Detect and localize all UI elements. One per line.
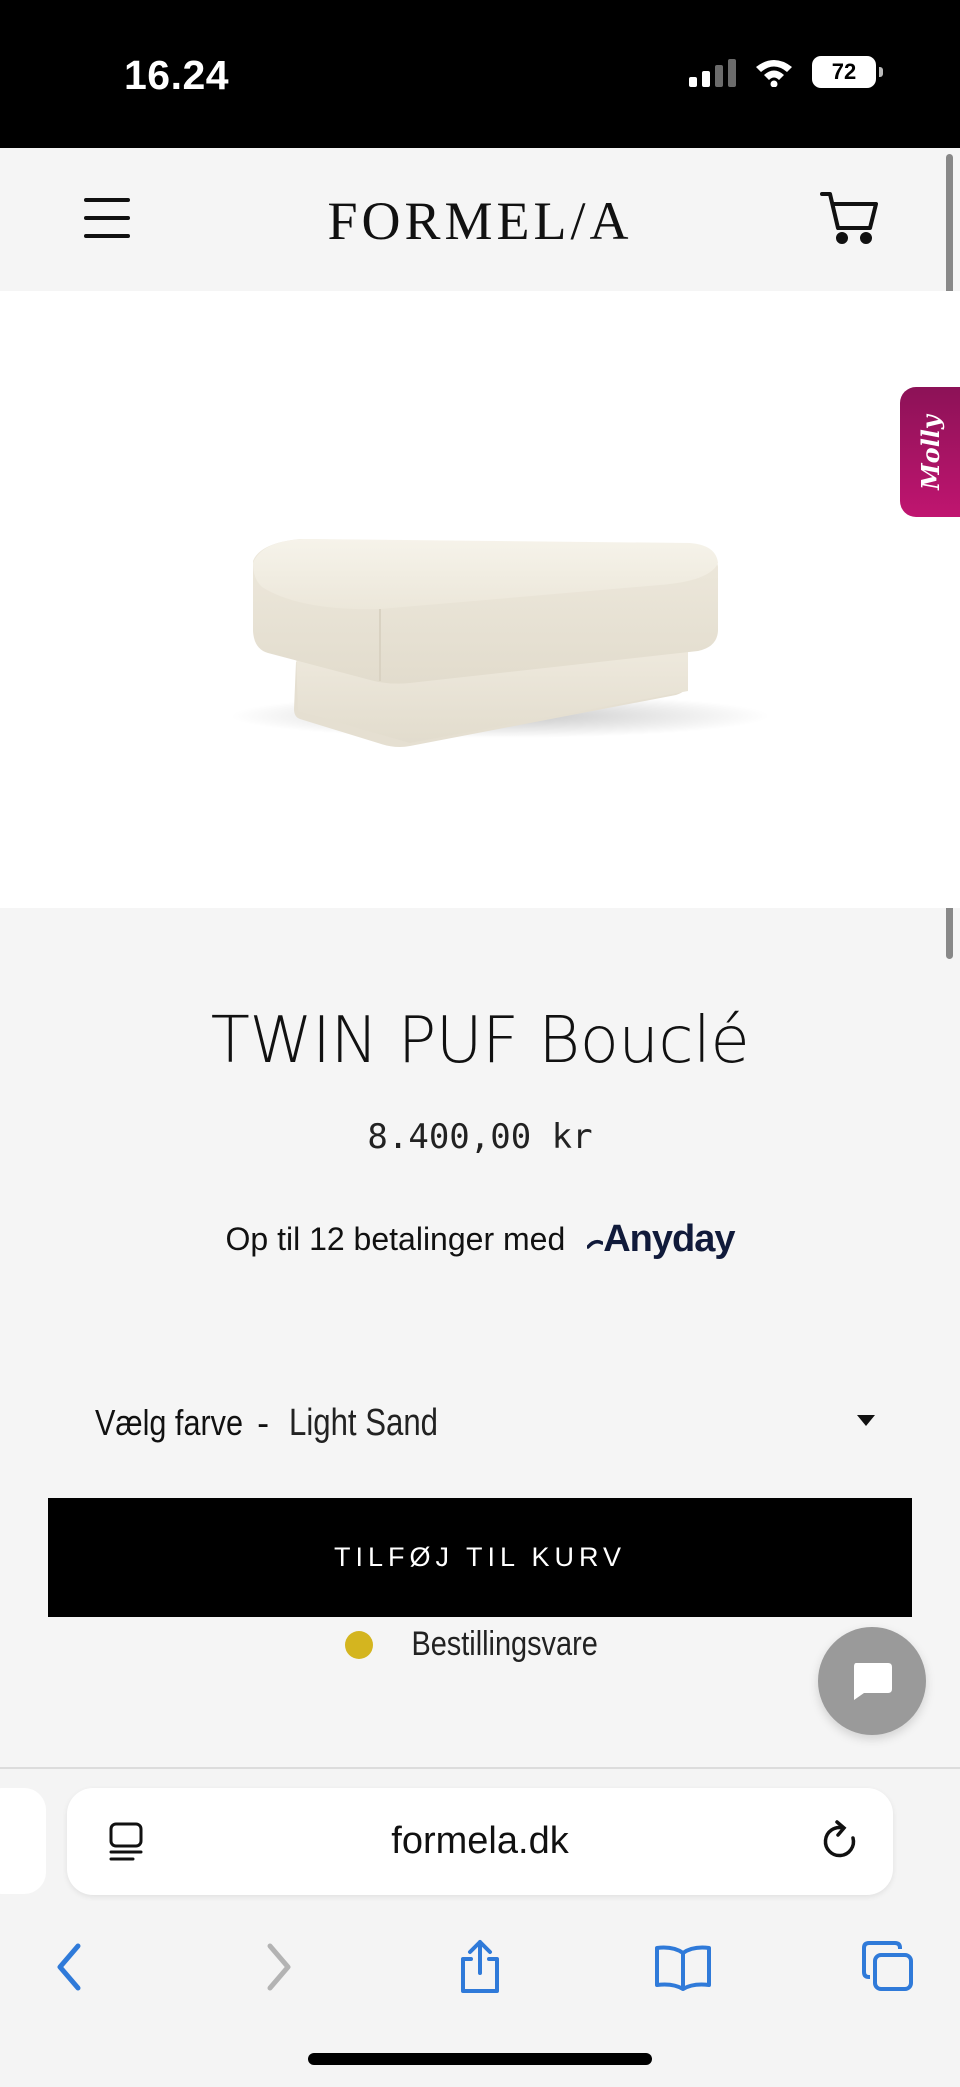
reload-icon[interactable] — [817, 1818, 863, 1864]
stock-status-text: Bestillingsvare — [411, 1625, 599, 1663]
cart-icon[interactable] — [818, 186, 880, 248]
bookmarks-icon[interactable] — [643, 1927, 723, 2007]
color-select-value: Light Sand — [289, 1401, 439, 1444]
molly-label: Molly — [915, 414, 945, 490]
molly-assistant-tab[interactable]: Molly — [900, 387, 960, 517]
tabs-icon[interactable] — [848, 1927, 928, 2007]
status-icons: 72 — [689, 56, 883, 88]
add-to-cart-button[interactable]: TILFØJ TIL KURV — [48, 1498, 912, 1617]
payment-text: Op til 12 betalinger med — [225, 1221, 566, 1257]
forward-arrow-icon[interactable] — [238, 1927, 318, 2007]
site-header: FORMEL/A — [0, 148, 960, 291]
share-icon[interactable] — [440, 1927, 520, 2007]
home-indicator[interactable] — [308, 2053, 652, 2065]
url-text: formela.dk — [391, 1820, 569, 1862]
chat-button[interactable] — [818, 1627, 926, 1735]
browser-toolbar — [0, 1927, 960, 2017]
product-image[interactable] — [0, 291, 960, 908]
address-bar[interactable]: formela.dk — [67, 1788, 893, 1895]
color-select[interactable]: Vælg farve - Light Sand — [95, 1393, 875, 1453]
cellular-signal-icon — [689, 57, 736, 87]
stock-status-dot — [345, 1630, 374, 1659]
color-select-label: Vælg farve — [95, 1402, 243, 1443]
chevron-down-icon — [857, 1415, 875, 1426]
previous-tab-preview[interactable] — [0, 1788, 46, 1894]
browser-bottom-bar: formela.dk — [0, 1767, 960, 2087]
status-time: 16.24 — [124, 52, 230, 98]
back-arrow-icon[interactable] — [30, 1927, 110, 2007]
payment-info: Op til 12 betalinger med Anyday — [0, 1218, 960, 1261]
formela-logo[interactable]: FORMEL/A — [0, 190, 960, 252]
anyday-mark-icon — [586, 1239, 604, 1249]
page-menu-icon[interactable] — [107, 1821, 147, 1863]
battery-indicator: 72 — [812, 56, 883, 88]
anyday-logo[interactable]: Anyday — [586, 1218, 736, 1261]
color-select-separator: - — [257, 1402, 270, 1443]
stock-status: Bestillingsvare — [0, 1625, 960, 1664]
chat-icon — [854, 1663, 892, 1700]
product-title: TWIN PUF Bouclé — [210, 1004, 750, 1078]
status-bar: 16.24 72 — [0, 0, 960, 148]
product-price: 8.400,00 kr — [367, 1117, 593, 1157]
anyday-label: Anyday — [603, 1218, 735, 1260]
pouf-illustration — [230, 539, 770, 747]
wifi-icon — [756, 60, 792, 87]
